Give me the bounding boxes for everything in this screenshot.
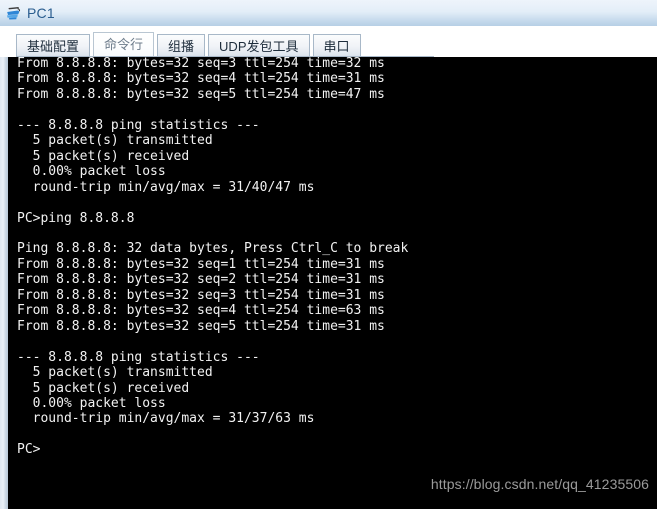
tab-strip: 基础配置 命令行 组播 UDP发包工具 串口: [16, 31, 364, 58]
pc1-simulator-window: PC1 基础配置 命令行 组播 UDP发包工具 串口 From 8.8.8.8:…: [0, 0, 657, 509]
window-titlebar: PC1: [0, 0, 657, 26]
pc-device-icon: [5, 4, 23, 22]
window-title: PC1: [27, 5, 55, 21]
terminal-console[interactable]: From 8.8.8.8: bytes=32 seq=3 ttl=254 tim…: [8, 57, 657, 509]
tab-udp-packet-tool[interactable]: UDP发包工具: [208, 34, 310, 58]
terminal-panel: From 8.8.8.8: bytes=32 seq=3 ttl=254 tim…: [0, 57, 657, 509]
tab-strip-container: 基础配置 命令行 组播 UDP发包工具 串口: [0, 26, 657, 58]
tab-basic-config[interactable]: 基础配置: [16, 34, 91, 58]
tab-multicast[interactable]: 组播: [157, 34, 206, 58]
terminal-left-gutter: [0, 57, 8, 509]
tab-command-line[interactable]: 命令行: [93, 32, 155, 57]
tab-serial-port[interactable]: 串口: [312, 34, 361, 58]
terminal-output-text: From 8.8.8.8: bytes=32 seq=3 ttl=254 tim…: [17, 57, 409, 458]
watermark-text: https://blog.csdn.net/qq_41235506: [430, 476, 649, 492]
